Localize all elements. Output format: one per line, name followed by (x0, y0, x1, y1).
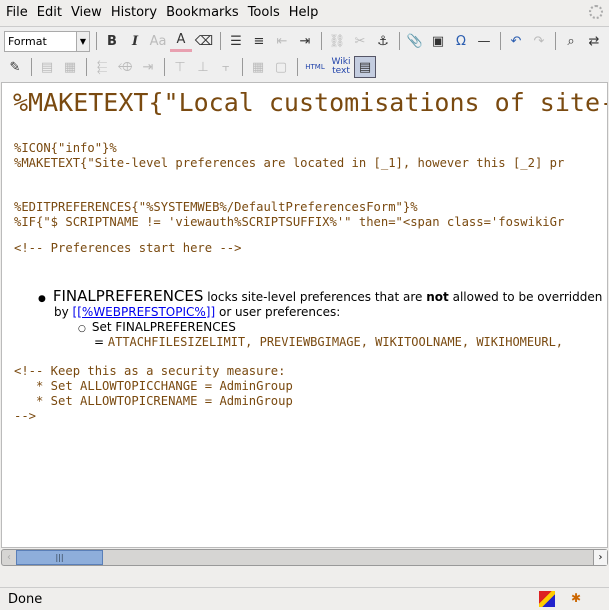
code-line: %EDITPREFERENCES{"%SYSTEMWEB%/DefaultPre… (14, 200, 418, 214)
webprefs-link[interactable]: [[%WEBPREFSTOPIC%]] (73, 305, 216, 319)
font-size-icon[interactable]: Aa (147, 30, 169, 52)
insert-row-after-icon[interactable]: ⬲ (114, 56, 136, 78)
link-icon[interactable]: ⛓ (326, 30, 348, 52)
remove-format-icon[interactable]: ⌫ (193, 30, 215, 52)
bullet-line-2: by [[%WEBPREFSTOPIC%]] or user preferenc… (54, 305, 340, 319)
horizontal-scrollbar[interactable]: ‹ ||| › (1, 549, 608, 566)
outdent-icon[interactable]: ⇤ (271, 30, 293, 52)
toolbar-separator (31, 58, 32, 76)
circle-bullet-icon: ○ (78, 324, 86, 334)
sub-bullet-item: ○ Set FINALPREFERENCES (78, 320, 236, 334)
fullscreen-icon[interactable]: ▤ (354, 56, 376, 78)
pref-term: FINALPREFERENCES (52, 287, 204, 305)
unlink-icon[interactable]: ✂ (349, 30, 371, 52)
addon-flag-icon[interactable] (539, 591, 555, 607)
find-icon[interactable]: ⌕ (560, 30, 582, 52)
html-icon[interactable]: HTML (302, 56, 328, 78)
bullet-item: ● FINALPREFERENCES locks site-level prefe… (38, 287, 602, 305)
attach-icon[interactable]: 📎 (404, 30, 426, 52)
menu-tools[interactable]: Tools (244, 5, 284, 20)
sub-bullet-label: Set FINALPREFERENCES (91, 320, 236, 334)
toolbar-separator (86, 58, 87, 76)
format-label: Format (8, 34, 47, 48)
toolbar-separator (500, 32, 501, 50)
toolbar-separator (399, 32, 400, 50)
status-text: Done (8, 591, 43, 607)
toolbar-separator (555, 32, 556, 50)
special-char-icon[interactable]: Ω (450, 30, 472, 52)
menu-edit[interactable]: Edit (33, 5, 66, 20)
bullet-text: or user preferences: (215, 305, 341, 319)
delete-row-icon[interactable]: ⇥ (137, 56, 159, 78)
toolbar-separator (164, 58, 165, 76)
image-icon[interactable]: ▣ (427, 30, 449, 52)
replace-icon[interactable]: ⇄ (583, 30, 605, 52)
toolbar-separator (297, 58, 298, 76)
merge-cells-icon[interactable]: ▢ (270, 56, 292, 78)
bullet-text: allowed to be overridden (448, 290, 603, 304)
toolbar-separator (96, 32, 97, 50)
bullet-text: by (54, 305, 73, 319)
bullet-text: locks site-level preferences that are (203, 290, 427, 304)
loading-throbber-icon (589, 5, 603, 19)
comment-line: * Set ALLOWTOPICCHANGE = AdminGroup (14, 379, 293, 393)
wikitext-icon[interactable]: Wiki text (329, 56, 353, 78)
toolbar-separator (321, 32, 322, 50)
undo-icon[interactable]: ↶ (505, 30, 527, 52)
redo-icon[interactable]: ↷ (528, 30, 550, 52)
comment-line: <!-- Keep this as a security measure: (14, 364, 286, 378)
comment-line: * Set ALLOWTOPICRENAME = AdminGroup (14, 394, 293, 408)
edit-source-icon[interactable]: ✎ (4, 56, 26, 78)
table-props-icon[interactable]: ▤ (36, 56, 58, 78)
anchor-icon[interactable]: ⚓ (372, 30, 394, 52)
bullet-dot-icon: ● (38, 294, 46, 304)
menu-help[interactable]: Help (285, 5, 323, 20)
pref-value: ATTACHFILESIZELIMIT, PREVIEWBGIMAGE, WIK… (107, 335, 564, 349)
numbered-list-icon[interactable]: ≡ (248, 30, 270, 52)
firebug-icon[interactable]: ✱ (568, 591, 584, 607)
toolbar-separator (220, 32, 221, 50)
sub-bullet-value: = ATTACHFILESIZELIMIT, PREVIEWBGIMAGE, W… (94, 335, 563, 349)
italic-icon[interactable]: I (124, 30, 146, 52)
scroll-left-icon[interactable]: ‹ (2, 550, 16, 565)
toolbar-separator (242, 58, 243, 76)
status-bar: Done (0, 587, 609, 610)
menu-bar: File Edit View History Bookmarks Tools Help (0, 0, 609, 25)
bold-icon[interactable]: B (101, 30, 123, 52)
code-line: %IF{"$ SCRIPTNAME != 'viewauth%SCRIPTSUF… (14, 215, 565, 229)
indent-icon[interactable]: ⇥ (294, 30, 316, 52)
bold-text: not (426, 290, 449, 304)
heading-text: %MAKETEXT{"Local customisations of site- (13, 88, 608, 117)
code-line: <!-- Preferences start here --> (14, 241, 242, 255)
cell-props-icon[interactable]: ▦ (59, 56, 81, 78)
scrollbar-thumb[interactable]: ||| (16, 550, 103, 565)
comment-line: --> (14, 409, 37, 423)
horizontal-rule-icon[interactable]: — (473, 30, 495, 52)
chevron-down-icon[interactable]: ▼ (76, 31, 89, 51)
code-line: %ICON{"info"}% (14, 141, 117, 155)
code-line: %MAKETEXT{"Site-level preferences are lo… (14, 156, 565, 170)
text-color-icon[interactable]: A (170, 30, 192, 52)
equals-text: = (94, 335, 108, 349)
scroll-right-icon[interactable]: › (593, 550, 607, 565)
format-select[interactable]: Format ▼ (4, 30, 90, 52)
delete-col-icon[interactable]: ⫟ (215, 56, 237, 78)
insert-col-before-icon[interactable]: ⊤ (169, 56, 191, 78)
insert-col-after-icon[interactable]: ⊥ (192, 56, 214, 78)
editor-area[interactable]: %MAKETEXT{"Local customisations of site-… (1, 82, 608, 548)
menu-history[interactable]: History (107, 5, 161, 20)
bullet-list-icon[interactable]: ☰ (225, 30, 247, 52)
insert-table-icon[interactable]: ▦ (247, 56, 269, 78)
editor-toolbar: Format ▼ B I Aa A ⌫ ☰ ≡ ⇤ ⇥ ⛓ ✂ ⚓ 📎 ▣ Ω — ↶ ↷ ⌕ ⇄ ✎ ▤ ▦ ⬱ ⬲ ⇥ ⊤ ⊥ ⫟ ▦… (0, 26, 609, 82)
menu-bookmarks[interactable]: Bookmarks (162, 5, 243, 20)
insert-row-before-icon[interactable]: ⬱ (91, 56, 113, 78)
menu-file[interactable]: File (2, 5, 32, 20)
menu-view[interactable]: View (67, 5, 106, 20)
